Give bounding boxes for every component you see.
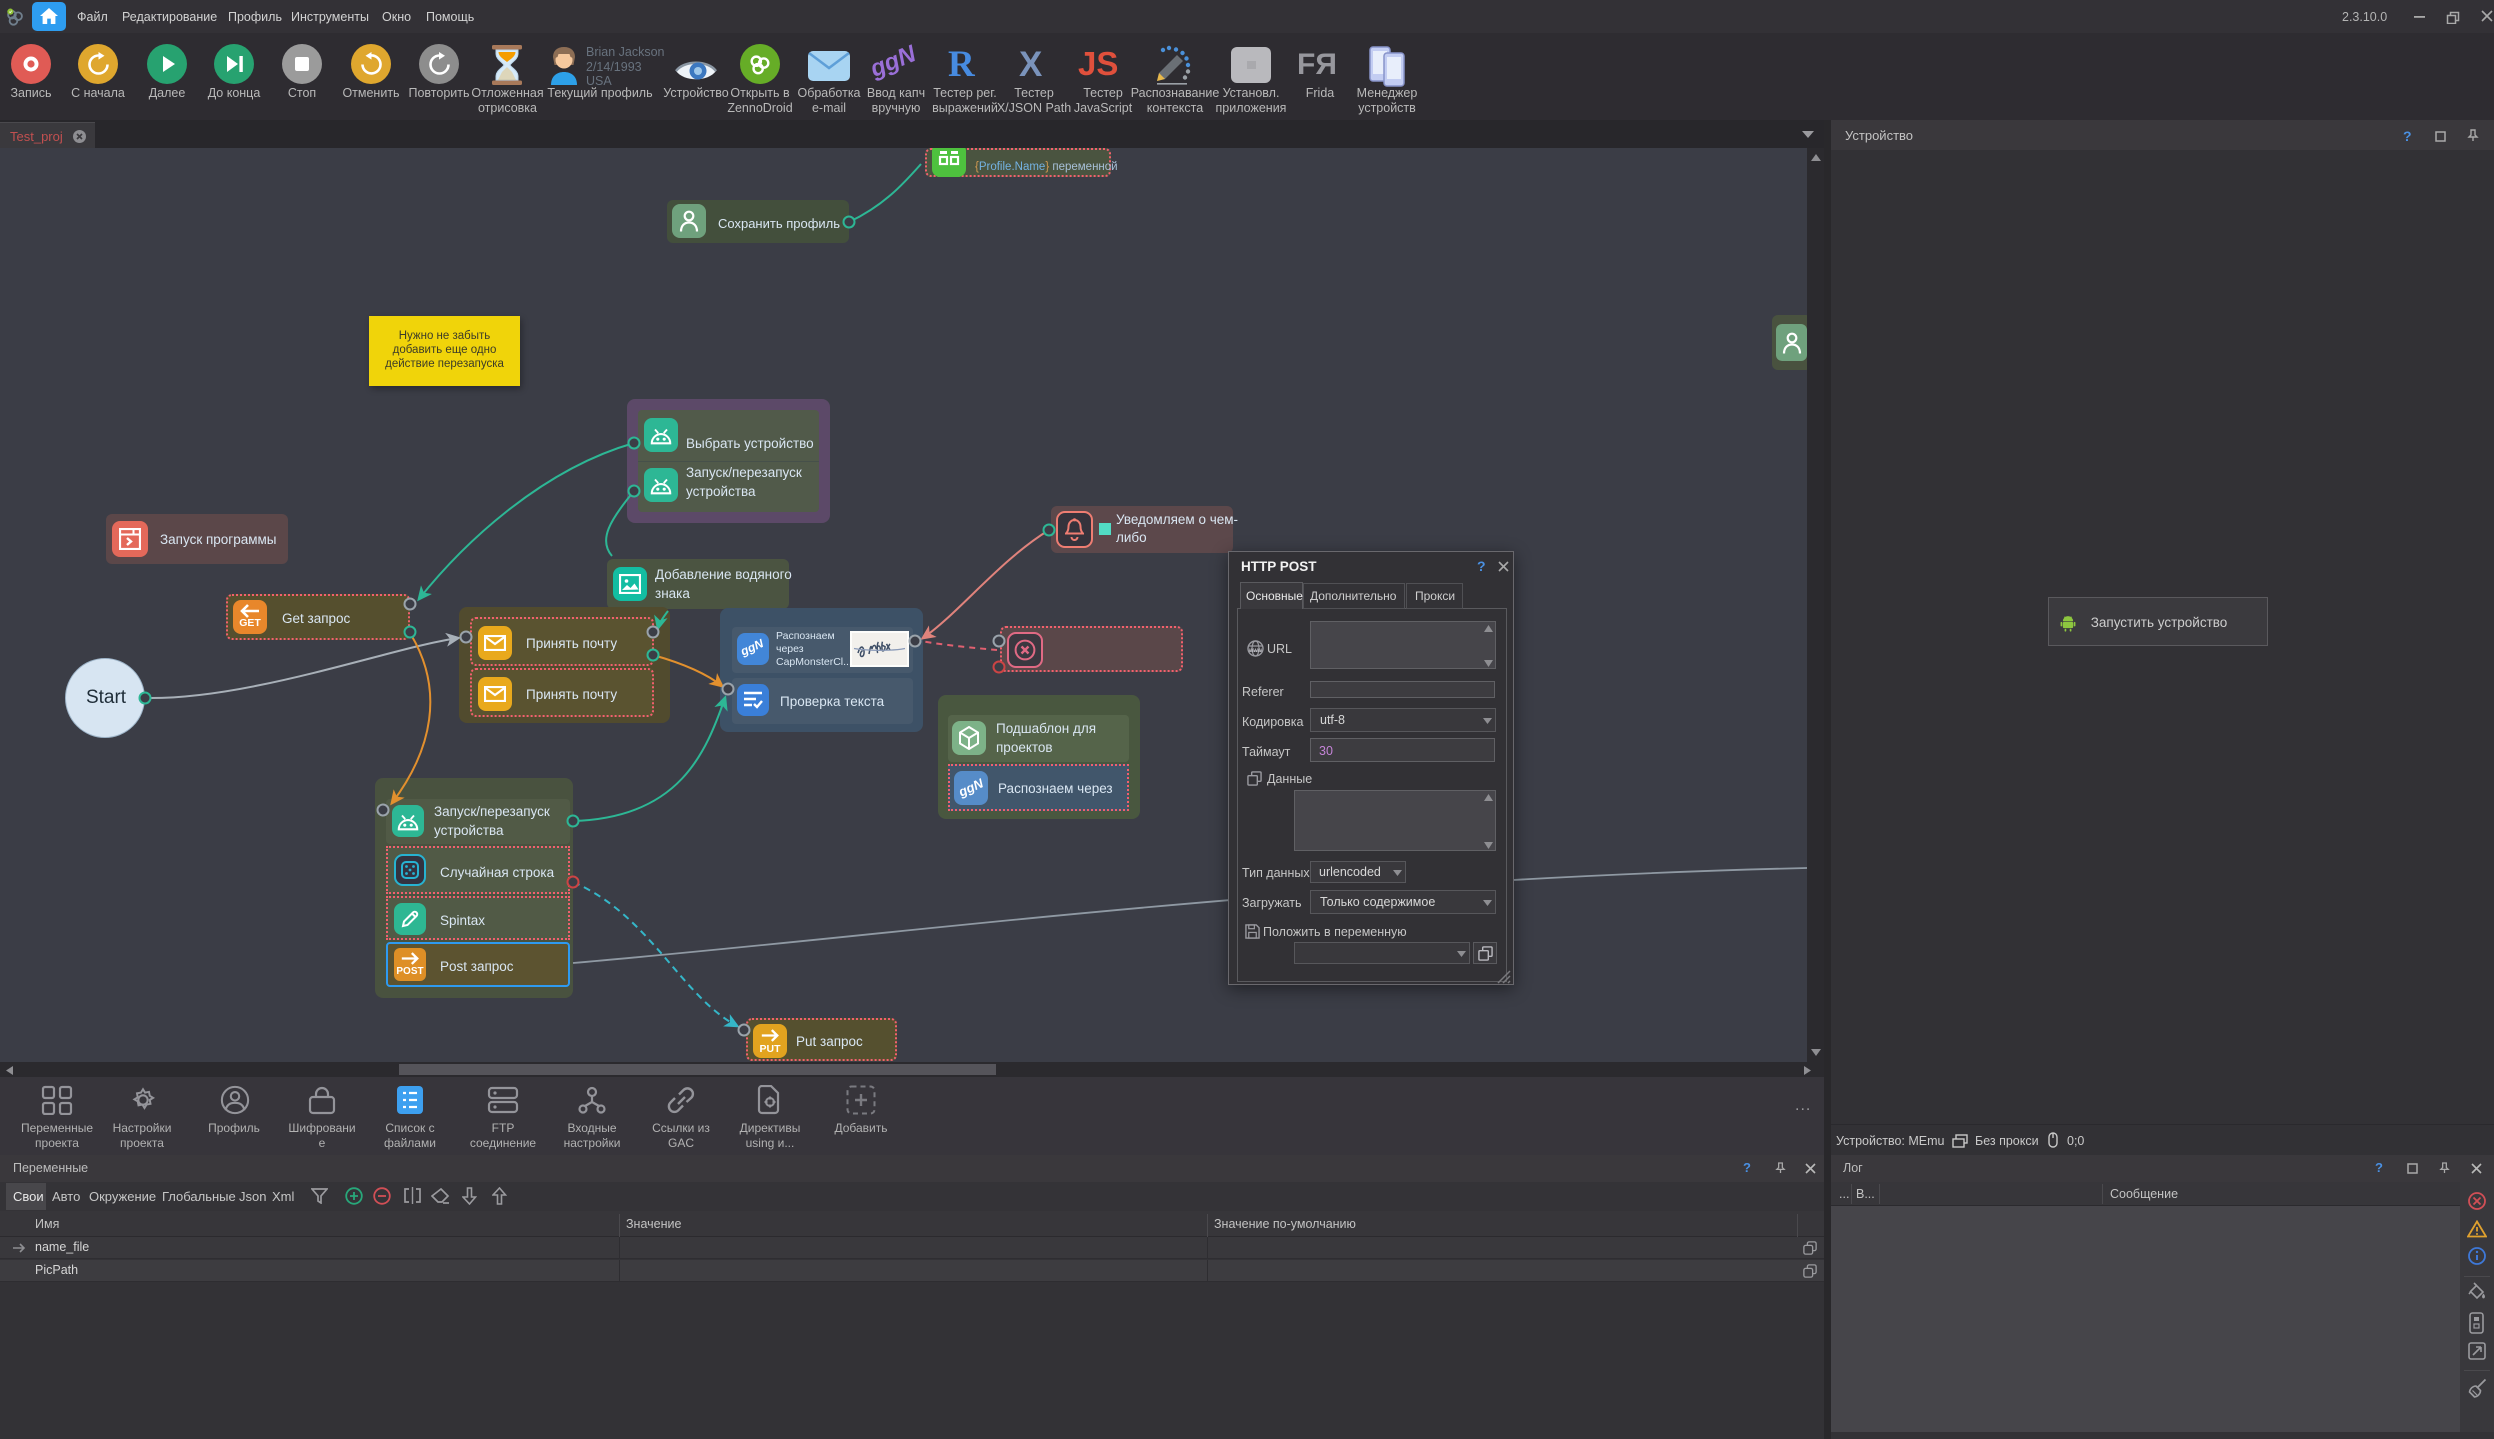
svg-text:www: www bbox=[1248, 648, 1263, 654]
